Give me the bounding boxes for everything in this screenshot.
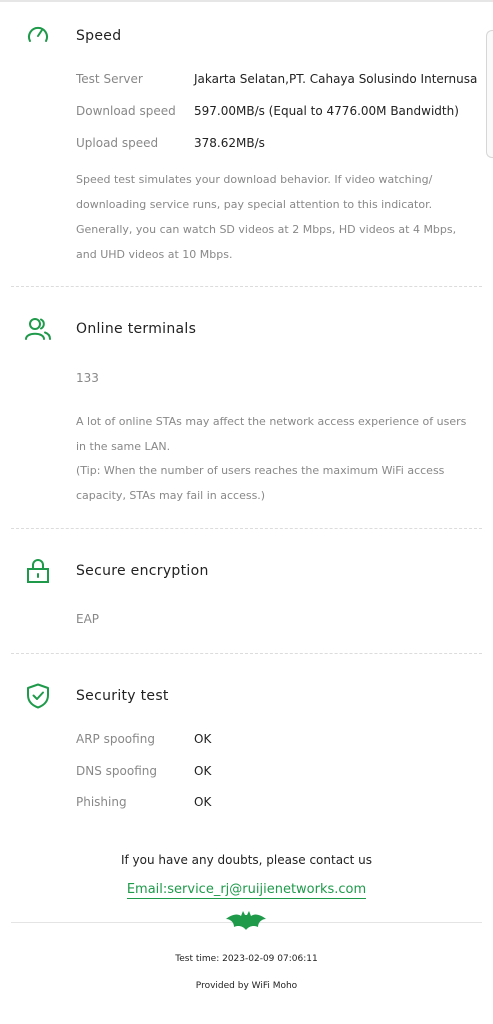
encryption-value: EAP xyxy=(76,612,100,626)
lock-icon xyxy=(27,559,49,583)
online-terminals-title: Online terminals xyxy=(76,321,197,337)
terminals-tip: (Tip: When the number of users reaches t… xyxy=(76,464,445,502)
bat-logo-icon xyxy=(226,911,266,930)
dns-spoofing-label: DNS spoofing xyxy=(76,764,157,778)
terminals-description: A lot of online STAs may affect the netw… xyxy=(76,415,467,453)
top-border xyxy=(0,0,493,2)
upload-speed-label: Upload speed xyxy=(76,136,159,150)
test-server-label: Test Server xyxy=(76,72,143,86)
phishing-value: OK xyxy=(194,795,212,809)
section-divider xyxy=(11,653,482,654)
download-speed-value: 597.00MB/s (Equal to 4776.00M Bandwidth) xyxy=(194,104,459,118)
arp-spoofing-label: ARP spoofing xyxy=(76,732,155,746)
contact-text: If you have any doubts, please contact u… xyxy=(120,853,373,867)
test-time: Test time: 2023-02-09 07:06:11 xyxy=(175,954,318,964)
dns-spoofing-value: OK xyxy=(194,764,212,778)
download-speed-label: Download speed xyxy=(76,104,176,118)
scroll-indicator[interactable] xyxy=(486,30,493,158)
upload-speed-value: 378.62MB/s xyxy=(194,136,265,150)
provided-by: Provided by WiFi Moho xyxy=(195,981,298,991)
users-icon xyxy=(25,318,51,340)
email-link-wrap: Email:service_rj@ruijienetworks.com xyxy=(0,878,493,899)
speedometer-icon xyxy=(28,26,48,42)
security-test-title: Security test xyxy=(76,688,169,704)
arp-spoofing-value: OK xyxy=(194,732,212,746)
shield-check-icon xyxy=(27,683,49,709)
section-divider xyxy=(11,286,482,287)
secure-encryption-title: Secure encryption xyxy=(76,563,209,579)
speed-description: Speed test simulates your download behav… xyxy=(76,173,457,261)
phishing-label: Phishing xyxy=(76,795,127,809)
speed-title: Speed xyxy=(76,28,122,44)
terminal-count: 133 xyxy=(76,371,99,385)
test-server-value: Jakarta Selatan,PT. Cahaya Solusindo Int… xyxy=(194,72,478,86)
email-link[interactable]: Email:service_rj@ruijienetworks.com xyxy=(126,882,367,899)
section-divider xyxy=(11,528,482,529)
